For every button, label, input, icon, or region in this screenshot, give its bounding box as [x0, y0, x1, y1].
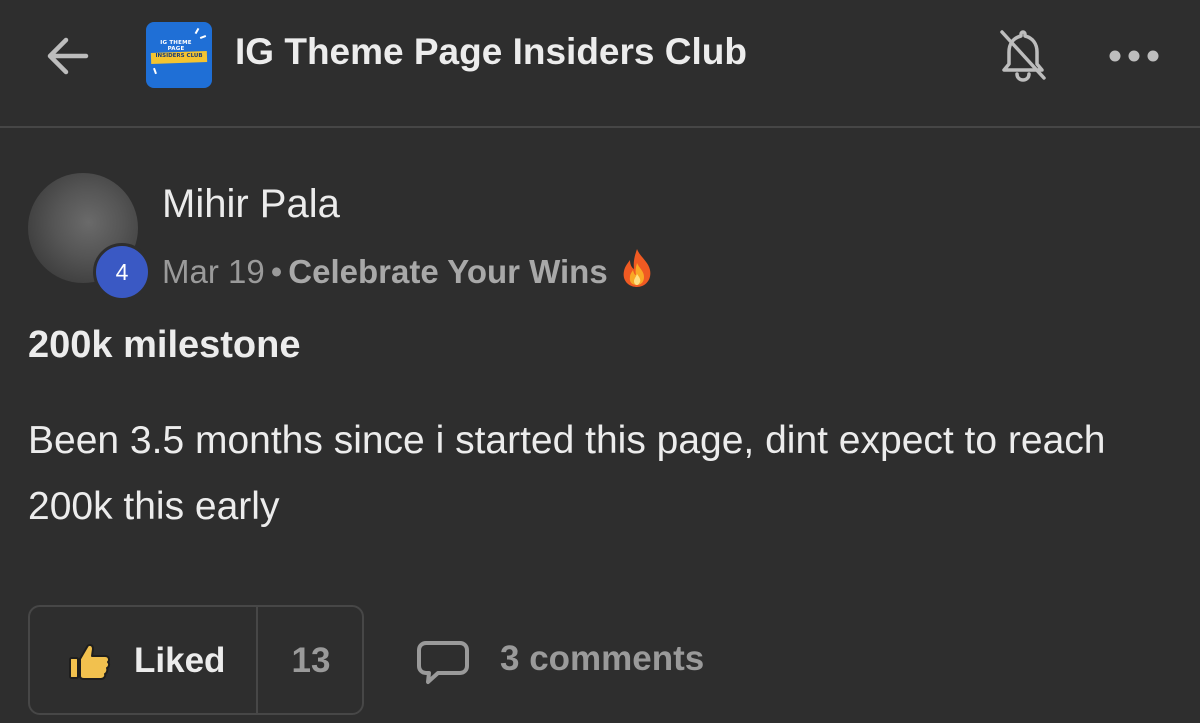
- mute-notifications-button[interactable]: [996, 26, 1050, 84]
- like-button[interactable]: Liked: [30, 607, 258, 713]
- reaction-box: Liked 13: [28, 605, 364, 715]
- post-body: Been 3.5 months since i started this pag…: [28, 419, 1106, 528]
- group-header: IG THEME PAGE INSIDERS CLUB IG Theme Pag…: [0, 0, 1200, 128]
- group-logo[interactable]: IG THEME PAGE INSIDERS CLUB: [146, 22, 212, 88]
- bell-off-icon: [1000, 30, 1046, 82]
- comment-bubble-icon: [417, 641, 469, 684]
- comments-button[interactable]: 3 comments: [416, 636, 736, 686]
- fire-icon: [618, 247, 656, 297]
- logo-text-bottom: INSIDERS CLUB: [155, 53, 203, 59]
- arrow-left-icon: [47, 37, 89, 75]
- meta-separator: •: [270, 253, 283, 290]
- like-label: Liked: [134, 641, 226, 680]
- post-category[interactable]: Celebrate Your Wins: [288, 253, 607, 290]
- logo-text-top: IG THEME PAGE: [160, 40, 192, 52]
- post-date: Mar 19: [162, 253, 265, 290]
- level-badge: 4: [93, 243, 151, 301]
- comments-label: 3 comments: [500, 639, 705, 678]
- thumbs-up-icon: [69, 643, 111, 680]
- more-options-button[interactable]: [1106, 36, 1162, 76]
- post-meta: Mar 19 • Celebrate Your Wins: [162, 247, 656, 297]
- author-name[interactable]: Mihir Pala: [162, 182, 340, 227]
- post-title: 200k milestone: [28, 324, 301, 366]
- like-count[interactable]: 13: [258, 641, 364, 681]
- group-title[interactable]: IG Theme Page Insiders Club: [235, 31, 747, 73]
- back-button[interactable]: [40, 28, 96, 84]
- more-horizontal-icon: [1109, 50, 1159, 62]
